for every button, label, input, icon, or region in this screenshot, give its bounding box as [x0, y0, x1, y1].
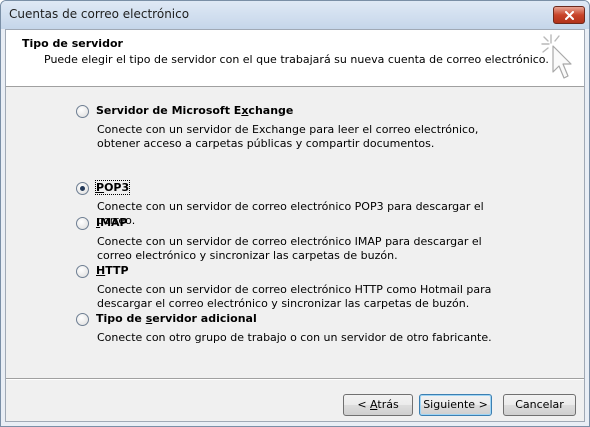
radio-exchange[interactable] [76, 105, 89, 118]
cancel-button[interactable]: Cancelar [503, 394, 576, 416]
radio-pop3[interactable] [76, 182, 89, 195]
wizard-cursor-sparkle-icon [541, 34, 572, 79]
close-button[interactable] [553, 6, 585, 24]
close-icon [565, 11, 574, 20]
button-separator [6, 378, 584, 380]
option-pop3-description: Conecte con un servidor de correo electr… [97, 200, 484, 227]
option-imap-description: Conecte con un servidor de correo electr… [97, 235, 482, 262]
dialog-body: Tipo de servidor Puede elegir el tipo de… [5, 29, 585, 422]
radio-http[interactable] [76, 265, 89, 278]
next-button[interactable]: Siguiente > [419, 394, 492, 416]
option-exchange-description: Conecte con un servidor de Exchange para… [97, 123, 479, 150]
page-title: Tipo de servidor [22, 37, 123, 50]
page-subtitle: Puede elegir el tipo de servidor con el … [44, 53, 549, 66]
option-exchange-label[interactable]: Servidor de Microsoft Exchange [96, 104, 293, 117]
back-button[interactable]: < Atrás [343, 394, 413, 416]
wizard-header: Tipo de servidor Puede elegir el tipo de… [6, 30, 584, 87]
radio-additional-server[interactable] [76, 313, 89, 326]
option-imap-label[interactable]: IMAP [96, 216, 128, 229]
option-http-description: Conecte con un servidor de correo electr… [97, 283, 492, 310]
window-title: Cuentas de correo electrónico [9, 7, 190, 21]
option-additional-server-label[interactable]: Tipo de servidor adicional [96, 312, 257, 325]
email-accounts-dialog: Cuentas de correo electrónico Tipo de se… [0, 0, 590, 427]
option-http-label[interactable]: HTTP [96, 264, 129, 277]
radio-imap[interactable] [76, 217, 89, 230]
option-additional-server-description: Conecte con otro grupo de trabajo o con … [97, 331, 492, 344]
option-pop3-label[interactable]: POP3 [94, 180, 131, 195]
title-bar[interactable]: Cuentas de correo electrónico [1, 1, 589, 29]
